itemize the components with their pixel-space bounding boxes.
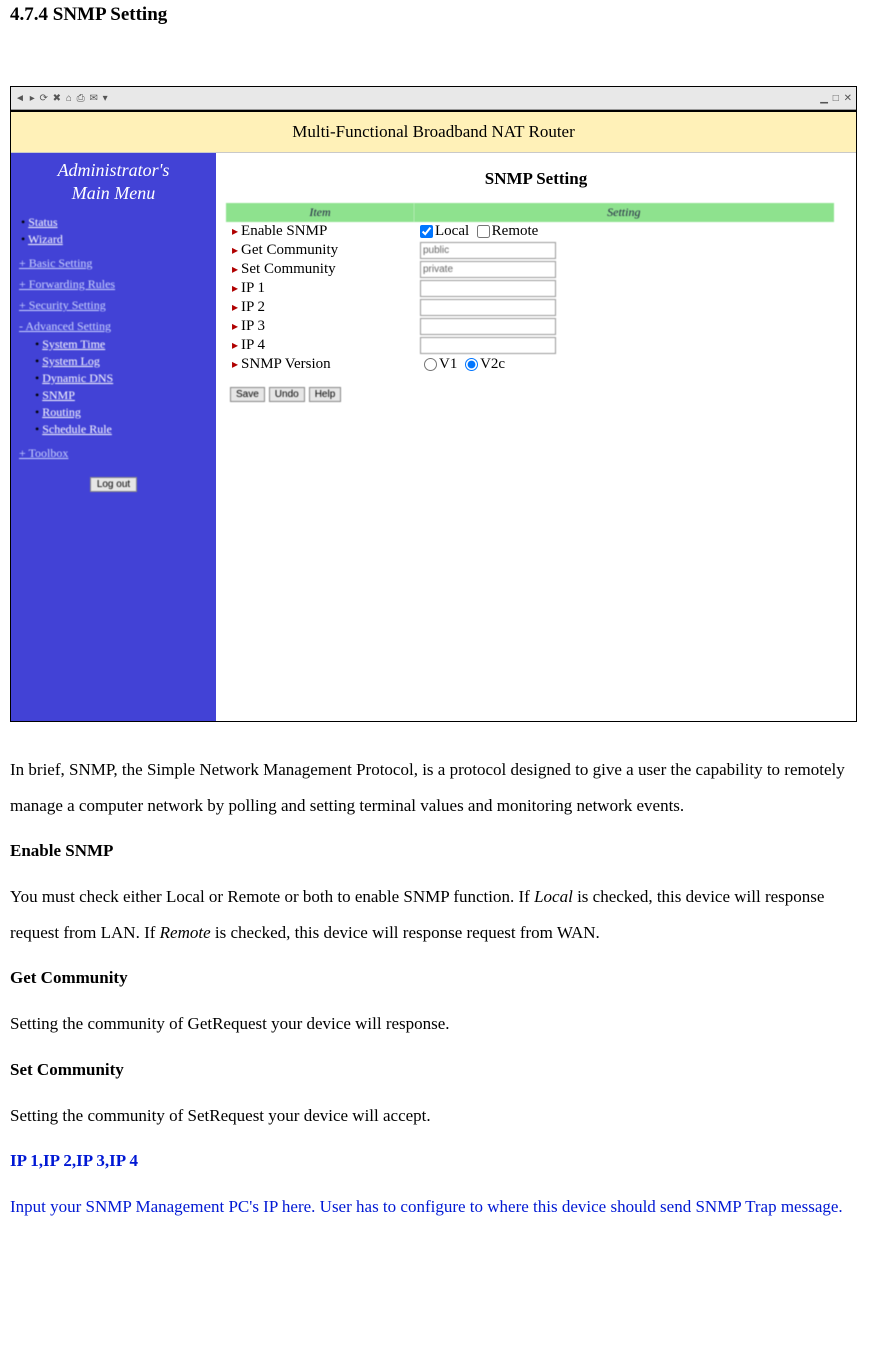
- reload-icon[interactable]: ⟳: [40, 93, 48, 104]
- row-ip3: ▸IP 3: [226, 317, 834, 336]
- bullet-icon: ▸: [232, 224, 238, 238]
- input-ip4[interactable]: [420, 337, 556, 354]
- label-local: Local: [435, 223, 469, 239]
- heading-set-community: Set Community: [10, 1052, 859, 1088]
- label-v2c: V2c: [480, 356, 505, 372]
- heading-enable-snmp: Enable SNMP: [10, 833, 859, 869]
- sidebar-item-routing[interactable]: Routing: [42, 405, 81, 419]
- row-enable-snmp: ▸Enable SNMP Local Remote: [226, 222, 834, 241]
- bullet-icon: ▸: [232, 319, 238, 333]
- row-set-community: ▸Set Community: [226, 260, 834, 279]
- label-ip4: IP 4: [241, 337, 265, 353]
- sidebar-group-advanced[interactable]: - Advanced Setting: [17, 319, 216, 334]
- sidebar-item-systemlog[interactable]: System Log: [42, 354, 100, 368]
- sidebar: Administrator's Main Menu Status Wizard …: [11, 153, 216, 721]
- sidebar-item-schedule[interactable]: Schedule Rule: [42, 422, 112, 436]
- row-get-community: ▸Get Community: [226, 241, 834, 260]
- sidebar-item-snmp[interactable]: SNMP: [42, 388, 75, 402]
- radio-v2c[interactable]: [465, 358, 478, 371]
- paragraph-enable-snmp: You must check either Local or Remote or…: [10, 879, 859, 950]
- bullet-icon: ▸: [232, 357, 238, 371]
- input-ip2[interactable]: [420, 299, 556, 316]
- paragraph-ip: Input your SNMP Management PC's IP here.…: [10, 1189, 859, 1225]
- label-ip2: IP 2: [241, 299, 265, 315]
- th-item: Item: [226, 203, 414, 222]
- content-pane: SNMP Setting Item Setting ▸Enable SNMP L…: [216, 153, 856, 721]
- paragraph-set-community: Setting the community of SetRequest your…: [10, 1098, 859, 1134]
- label-ip3: IP 3: [241, 318, 265, 334]
- row-ip4: ▸IP 4: [226, 336, 834, 355]
- document-body: In brief, SNMP, the Simple Network Manag…: [10, 752, 859, 1225]
- label-snmp-version: SNMP Version: [241, 356, 331, 372]
- sidebar-group-basic[interactable]: + Basic Setting: [17, 256, 216, 271]
- label-remote: Remote: [492, 223, 539, 239]
- mail-icon[interactable]: ✉: [89, 93, 97, 104]
- stop-icon[interactable]: ✖: [53, 93, 61, 104]
- label-enable-snmp: Enable SNMP: [241, 223, 327, 239]
- sidebar-item-systemtime[interactable]: System Time: [42, 337, 105, 351]
- save-button[interactable]: Save: [230, 387, 265, 402]
- input-set-community[interactable]: [420, 261, 556, 278]
- label-ip1: IP 1: [241, 280, 265, 296]
- router-screenshot: ◄ ▸ ⟳ ✖ ⌂ ⎙ ✉ ▾ ▁ □ ✕ Multi-Functional B…: [10, 86, 857, 722]
- sidebar-item-wizard[interactable]: Wizard: [28, 232, 63, 246]
- row-ip2: ▸IP 2: [226, 298, 834, 317]
- bullet-icon: ▸: [232, 281, 238, 295]
- radio-v1[interactable]: [424, 358, 437, 371]
- bullet-icon: ▸: [232, 300, 238, 314]
- page-title: SNMP Setting: [226, 169, 846, 189]
- row-snmp-version: ▸SNMP Version V1 V2c: [226, 355, 834, 374]
- paragraph-get-community: Setting the community of GetRequest your…: [10, 1006, 859, 1042]
- back-icon[interactable]: ◄: [15, 93, 25, 104]
- sidebar-title: Administrator's Main Menu: [11, 159, 216, 204]
- bullet-icon: ▸: [232, 338, 238, 352]
- home-icon[interactable]: ⌂: [66, 93, 72, 104]
- label-get-community: Get Community: [241, 242, 338, 258]
- logout-button[interactable]: Log out: [90, 477, 137, 492]
- th-setting: Setting: [414, 203, 834, 222]
- help-button[interactable]: Help: [309, 387, 342, 402]
- undo-button[interactable]: Undo: [269, 387, 305, 402]
- checkbox-local[interactable]: [420, 225, 433, 238]
- input-get-community[interactable]: [420, 242, 556, 259]
- bullet-icon: ▸: [232, 262, 238, 276]
- browser-toolbar: ◄ ▸ ⟳ ✖ ⌂ ⎙ ✉ ▾ ▁ □ ✕: [11, 87, 856, 110]
- sidebar-group-toolbox[interactable]: + Toolbox: [17, 446, 216, 461]
- bullet-icon: ▸: [232, 243, 238, 257]
- row-ip1: ▸IP 1: [226, 279, 834, 298]
- intro-paragraph: In brief, SNMP, the Simple Network Manag…: [10, 752, 859, 823]
- forward-icon[interactable]: ▸: [30, 93, 35, 104]
- heading-ip: IP 1,IP 2,IP 3,IP 4: [10, 1143, 859, 1179]
- button-row: Save Undo Help: [226, 384, 846, 402]
- input-ip1[interactable]: [420, 280, 556, 297]
- maximize-icon[interactable]: □: [833, 93, 839, 104]
- sidebar-item-ddns[interactable]: Dynamic DNS: [42, 371, 113, 385]
- checkbox-remote[interactable]: [477, 225, 490, 238]
- banner-title: Multi-Functional Broadband NAT Router: [11, 110, 856, 153]
- input-ip3[interactable]: [420, 318, 556, 335]
- snmp-table: Item Setting ▸Enable SNMP Local Remote ▸…: [226, 203, 834, 374]
- section-title: 4.7.4 SNMP Setting: [10, 4, 859, 26]
- sidebar-group-forwarding[interactable]: + Forwarding Rules: [17, 277, 216, 292]
- sidebar-group-security[interactable]: + Security Setting: [17, 298, 216, 313]
- close-icon[interactable]: ✕: [844, 93, 852, 104]
- heading-get-community: Get Community: [10, 960, 859, 996]
- print-icon[interactable]: ⎙: [77, 93, 85, 104]
- label-v1: V1: [439, 356, 457, 372]
- minimize-icon[interactable]: ▁: [820, 93, 828, 104]
- sidebar-item-status[interactable]: Status: [28, 215, 57, 229]
- label-set-community: Set Community: [241, 261, 336, 277]
